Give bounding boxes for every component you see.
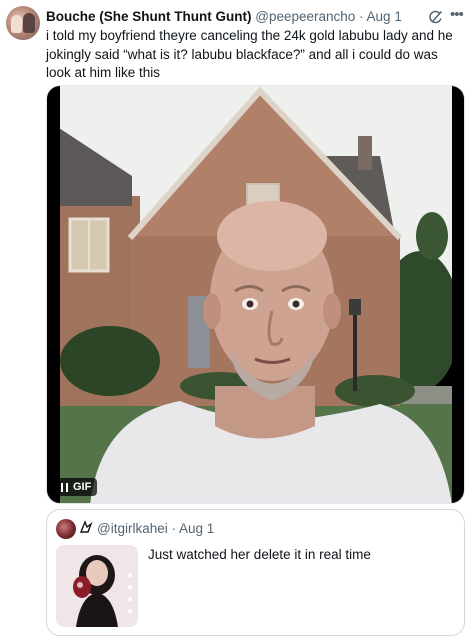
- pause-icon[interactable]: [61, 482, 68, 492]
- tweet-text: i told my boyfriend theyre canceling the…: [46, 28, 453, 80]
- quoted-tweet[interactable]: @itgirlkahei · Aug 1 Just watched her de…: [46, 509, 465, 636]
- gif-frame: [60, 86, 452, 503]
- quote-text: Just watched her delete it in real time: [148, 547, 371, 562]
- quote-media-thumbnail[interactable]: [56, 545, 138, 627]
- more-options-icon[interactable]: •••: [450, 7, 468, 25]
- quote-header: @itgirlkahei · Aug 1: [97, 521, 214, 537]
- quote-separator: ·: [171, 521, 177, 536]
- gif-label: GIF: [73, 481, 92, 493]
- gif-badge[interactable]: GIF: [55, 478, 98, 496]
- affiliate-icon: [79, 520, 93, 533]
- author-handle[interactable]: @peepeerancho: [255, 9, 355, 24]
- author-name[interactable]: Bouche (She Shunt Thunt Gunt): [46, 9, 251, 24]
- tweet[interactable]: Bouche (She Shunt Thunt Gunt) @peepeeran…: [0, 0, 474, 643]
- separator: ·: [359, 9, 364, 24]
- quote-author-handle: @itgirlkahei: [97, 521, 168, 536]
- tweet-date[interactable]: Aug 1: [367, 9, 402, 24]
- tweet-header: Bouche (She Shunt Thunt Gunt) @peepeeran…: [46, 8, 426, 26]
- tweet-gif[interactable]: [46, 85, 465, 504]
- grok-icon[interactable]: [428, 9, 444, 25]
- quote-date: Aug 1: [179, 521, 215, 536]
- author-avatar[interactable]: [6, 6, 40, 40]
- quote-author-avatar: [56, 519, 76, 539]
